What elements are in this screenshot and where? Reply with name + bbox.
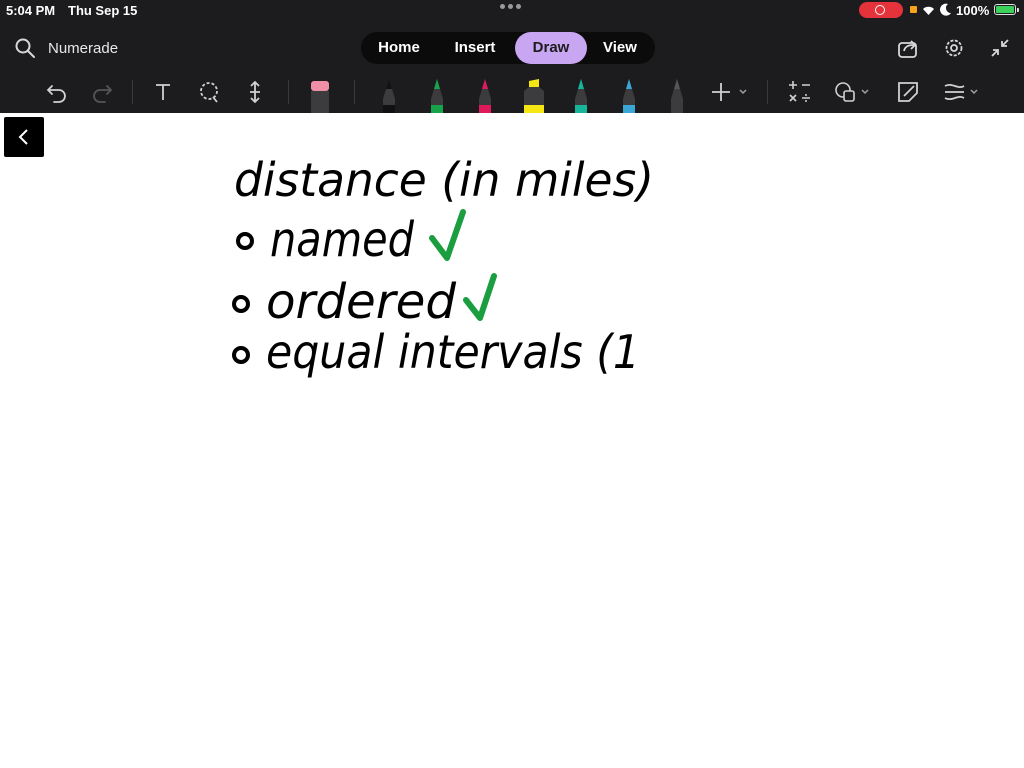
status-bar: 5:04 PM Thu Sep 15 100% (0, 0, 1024, 20)
tab-draw[interactable]: Draw (515, 32, 587, 64)
multitasking-dots-icon[interactable] (500, 4, 521, 9)
collapse-icon[interactable] (988, 36, 1012, 60)
toolbar-divider (132, 80, 133, 104)
pencil-gray[interactable] (666, 77, 688, 113)
math-icon[interactable] (786, 78, 814, 106)
redo-icon[interactable] (88, 78, 116, 106)
settings-icon[interactable] (942, 36, 966, 60)
status-time: 5:04 PM (6, 3, 56, 18)
add-pen-icon[interactable] (708, 78, 750, 106)
toolbar-divider (354, 80, 355, 104)
toolbar-divider (767, 80, 768, 104)
back-button[interactable] (4, 117, 44, 157)
app-title[interactable]: Numerade (48, 40, 118, 57)
pen-teal[interactable] (570, 77, 592, 113)
note-line-1: distance (in miles) (234, 153, 654, 207)
pen-blue[interactable] (618, 77, 640, 113)
status-date: Thu Sep 15 (68, 3, 138, 18)
tab-view[interactable]: View (589, 32, 651, 64)
ribbon-tabs: Home Insert Draw View (361, 32, 655, 64)
toolbar-divider (288, 80, 289, 104)
note-line-4: equal intervals (1 (266, 325, 640, 379)
check-mark-icon (429, 209, 466, 261)
tab-home[interactable]: Home (365, 32, 433, 64)
screen-record-icon[interactable] (859, 2, 903, 18)
ruler-icon[interactable] (940, 78, 982, 106)
battery-percentage: 100% (956, 3, 990, 18)
pen-pink[interactable] (474, 77, 496, 113)
mic-indicator-icon (910, 6, 917, 13)
pen-green[interactable] (426, 77, 448, 113)
pen-black[interactable] (378, 77, 400, 113)
battery-icon (994, 4, 1019, 15)
moon-icon (940, 3, 951, 16)
check-mark-icon (463, 273, 497, 321)
share-icon[interactable] (896, 36, 920, 60)
wifi-icon (923, 6, 934, 15)
undo-icon[interactable] (43, 78, 71, 106)
add-space-icon[interactable] (241, 78, 269, 106)
shapes-icon[interactable] (832, 78, 872, 106)
highlighter-yellow[interactable] (520, 77, 548, 113)
bullet-icon (232, 346, 250, 364)
bullet-icon (232, 295, 250, 313)
chevron-left-icon (18, 129, 28, 145)
note-line-3: ordered (266, 274, 457, 330)
text-tool-icon[interactable] (149, 78, 177, 106)
search-icon[interactable] (14, 37, 36, 59)
tab-insert[interactable]: Insert (441, 32, 509, 64)
ink-to-shape-icon[interactable] (894, 78, 922, 106)
eraser-icon[interactable] (309, 77, 331, 113)
lasso-icon[interactable] (195, 78, 223, 106)
top-bar: 5:04 PM Thu Sep 15 100% Numerade Home In… (0, 0, 1024, 113)
bullet-icon (236, 232, 254, 250)
handwritten-note: distance (in miles) named ordered equal … (232, 153, 654, 379)
note-line-2: named (270, 212, 414, 268)
